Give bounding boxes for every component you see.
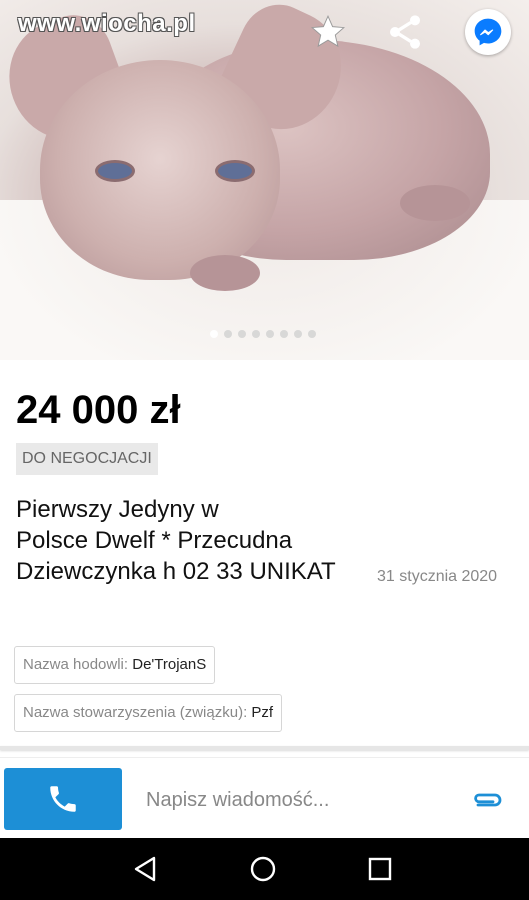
nav-home-button[interactable] — [245, 851, 281, 887]
param-value: De'TrojanS — [132, 656, 207, 673]
contact-bar — [0, 757, 529, 837]
listing-title-line: Pierwszy Jedyny w — [16, 496, 219, 523]
param-label: Nazwa stowarzyszenia (związku): — [23, 704, 248, 721]
favorite-button[interactable] — [306, 10, 350, 54]
watermark-text: www.wiocha.pl — [18, 10, 196, 37]
nav-back-button[interactable] — [127, 851, 163, 887]
pagination-dot[interactable] — [252, 330, 260, 338]
gallery-pagination — [210, 330, 316, 338]
cat-image-eye — [215, 160, 255, 182]
messenger-icon — [474, 18, 502, 46]
param-label: Nazwa hodowli: — [23, 656, 129, 673]
recent-apps-square-icon — [368, 857, 392, 881]
pagination-dot[interactable] — [266, 330, 274, 338]
attach-button[interactable] — [470, 786, 504, 814]
messenger-button[interactable] — [465, 9, 511, 55]
nav-recent-apps-button[interactable] — [362, 851, 398, 887]
param-association-name: Nazwa stowarzyszenia (związku): Pzf — [14, 694, 283, 732]
listing-details: 24 000 zł DO NEGOCJACJI Pierwszy Jedyny … — [0, 360, 529, 748]
home-circle-icon — [250, 856, 276, 882]
star-icon — [311, 14, 345, 48]
listing-photo-gallery[interactable]: www.wiocha.pl — [0, 0, 529, 360]
message-input[interactable] — [146, 780, 446, 820]
listing-price: 24 000 zł — [16, 388, 181, 432]
param-breeding-name: Nazwa hodowli: De'TrojanS — [14, 646, 216, 684]
back-triangle-icon — [134, 856, 156, 882]
android-nav-bar — [0, 838, 529, 900]
listing-date: 31 stycznia 2020 — [377, 568, 498, 585]
phone-icon — [50, 786, 76, 812]
pagination-dot[interactable] — [238, 330, 246, 338]
section-divider — [0, 746, 529, 750]
pagination-dot[interactable] — [280, 330, 288, 338]
negotiable-badge: DO NEGOCJACJI — [16, 443, 158, 475]
cat-image-eye — [95, 160, 135, 182]
pagination-dot-active[interactable] — [210, 330, 218, 338]
cat-image-paw — [190, 255, 260, 291]
listing-title: Pierwszy Jedyny w Polsce Dwelf * Przecud… — [16, 494, 371, 587]
paperclip-icon — [474, 793, 502, 807]
pagination-dot[interactable] — [294, 330, 302, 338]
listing-title-line: Polsce Dwelf * Przecudna — [16, 527, 293, 554]
share-button[interactable] — [383, 10, 427, 54]
call-button[interactable] — [4, 768, 122, 830]
share-icon — [390, 15, 420, 49]
cat-image-paw — [400, 185, 470, 221]
listing-title-line: Dziewczynka h 02 33 UNIKAT — [16, 558, 336, 585]
param-value: Pzf — [251, 704, 274, 721]
pagination-dot[interactable] — [308, 330, 316, 338]
pagination-dot[interactable] — [224, 330, 232, 338]
